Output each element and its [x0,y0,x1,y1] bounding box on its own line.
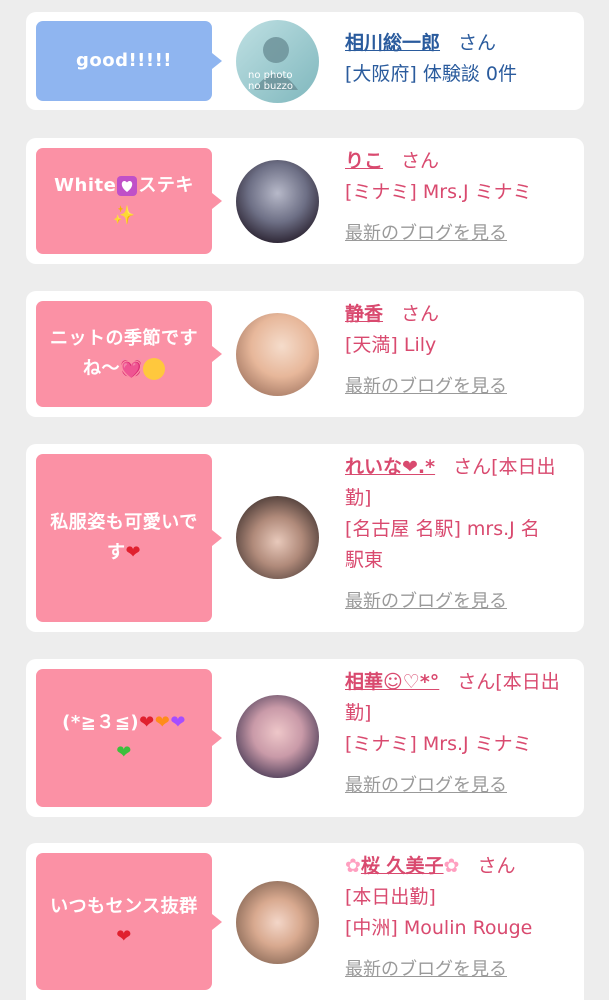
user-name-link[interactable]: 相華☺︎♡*° [345,671,439,693]
blog-link[interactable]: 最新のブログを見る [345,959,507,980]
comment-text: ね〜 [83,358,121,379]
cherry-blossom-icon: ✿ [345,855,361,877]
comment-text: (*≧３≦) [62,712,140,733]
user-info: 相川総一郎 さん [大阪府] 体験談 0件 [345,28,574,90]
avatar-label: no buzzo [248,81,293,92]
heart-emoji-icon: ❤ [116,925,132,947]
comment-bubble: (*≧３≦)❤❤❤ ❤ [36,669,222,807]
honorific-continued: 勤] [345,702,372,724]
heart-emoji-icon: ❤ [125,542,142,563]
blog-link[interactable]: 最新のブログを見る [345,775,507,796]
comment-text: ステキ [138,175,194,196]
review-card: good!!!!! no photo no buzzo 相川総一郎 さん [大阪府… [26,12,584,110]
heart-emoji-icon: 💓 [120,358,143,379]
comment-text: White [54,175,117,196]
review-card: White ステキ ✨ りこ さん [ミナミ] Mrs.J ミナミ 最新のブログを見… [26,138,584,264]
user-info: 相華☺︎♡*° さん[本日出 勤] [ミナミ] Mrs.J ミナミ 最新のブログを… [345,667,574,801]
honorific: さん [401,303,440,325]
avatar[interactable] [236,881,319,964]
shop-info-continued: 駅東 [345,549,384,571]
comment-text: ニットの季節です [50,328,198,349]
work-status: [本日出勤] [345,886,436,908]
comment-bubble: ニットの季節です ね〜💓 [36,301,222,407]
comment-text: good!!!!! [75,50,173,71]
blog-link[interactable]: 最新のブログを見る [345,591,507,612]
review-card: 私服姿も可愛いで す❤ れいな❤︎.* さん[本日出 勤] [名古屋 名駅] mr… [26,444,584,632]
comment-bubble: 私服姿も可愛いで す❤ [36,454,222,622]
shop-info: [中洲] Moulin Rouge [345,917,533,939]
comment-text: す [106,542,126,563]
comment-text: 私服姿も可愛いで [50,512,198,533]
shop-info: [天満] Lily [345,334,437,356]
honorific: さん[本日出 [457,671,560,693]
shop-info: [大阪府] 体験談 0件 [345,63,517,85]
comment-bubble: White ステキ ✨ [36,148,222,254]
honorific-continued: 勤] [345,487,372,509]
user-info: ✿桜 久美子✿ さん [本日出勤] [中洲] Moulin Rouge 最新のブロ… [345,851,574,985]
cherry-blossom-icon: ✿ [443,855,460,877]
user-name-link[interactable]: りこ [345,150,383,172]
shop-info: [ミナミ] Mrs.J ミナミ [345,181,532,203]
user-name-link[interactable]: 桜 久美子 [361,855,444,877]
avatar[interactable] [236,313,319,396]
blog-link[interactable]: 最新のブログを見る [345,223,507,244]
review-card: (*≧３≦)❤❤❤ ❤ 相華☺︎♡*° さん[本日出 勤] [ミナミ] Mrs.J… [26,659,584,817]
shop-info: [名古屋 名駅] mrs.J 名 [345,518,540,540]
honorific: さん[本日出 [453,456,556,478]
user-info: れいな❤︎.* さん[本日出 勤] [名古屋 名駅] mrs.J 名 駅東 最新の… [345,452,574,617]
honorific: さん [401,150,440,172]
honorific: さん [477,855,516,877]
smiling-face-emoji-icon [142,358,165,380]
user-name-link[interactable]: 静香 [345,303,383,325]
user-info: 静香 さん [天満] Lily 最新のブログを見る [345,299,574,402]
honorific: さん [458,32,497,54]
review-card: いつもセンス抜群 ❤ ✿桜 久美子✿ さん [本日出勤] [中洲] Moulin … [26,843,584,1000]
sparkles-icon: ✨ [112,205,136,226]
user-name-link[interactable]: れいな❤︎.* [345,456,435,478]
user-name-link[interactable]: 相川総一郎 [345,32,440,54]
orange-heart-icon: ❤ [154,712,171,733]
shop-info: [ミナミ] Mrs.J ミナミ [345,733,532,755]
purple-heart-icon: ❤ [170,712,186,733]
green-heart-icon: ❤ [116,742,132,763]
avatar[interactable] [236,695,319,778]
user-info: りこ さん [ミナミ] Mrs.J ミナミ 最新のブログを見る [345,146,574,249]
comment-bubble: good!!!!! [36,21,222,101]
heart-emoji-icon [117,176,138,196]
avatar-label: no photo [248,70,293,81]
comment-bubble: いつもセンス抜群 ❤ [36,853,222,990]
comment-text: いつもセンス抜群 [50,895,198,917]
avatar[interactable] [236,160,319,243]
red-heart-icon: ❤ [139,712,155,733]
avatar[interactable] [236,496,319,579]
review-card: ニットの季節です ね〜💓 静香 さん [天満] Lily 最新のブログを見る [26,291,584,417]
blog-link[interactable]: 最新のブログを見る [345,376,507,397]
avatar[interactable]: no photo no buzzo [236,20,319,103]
